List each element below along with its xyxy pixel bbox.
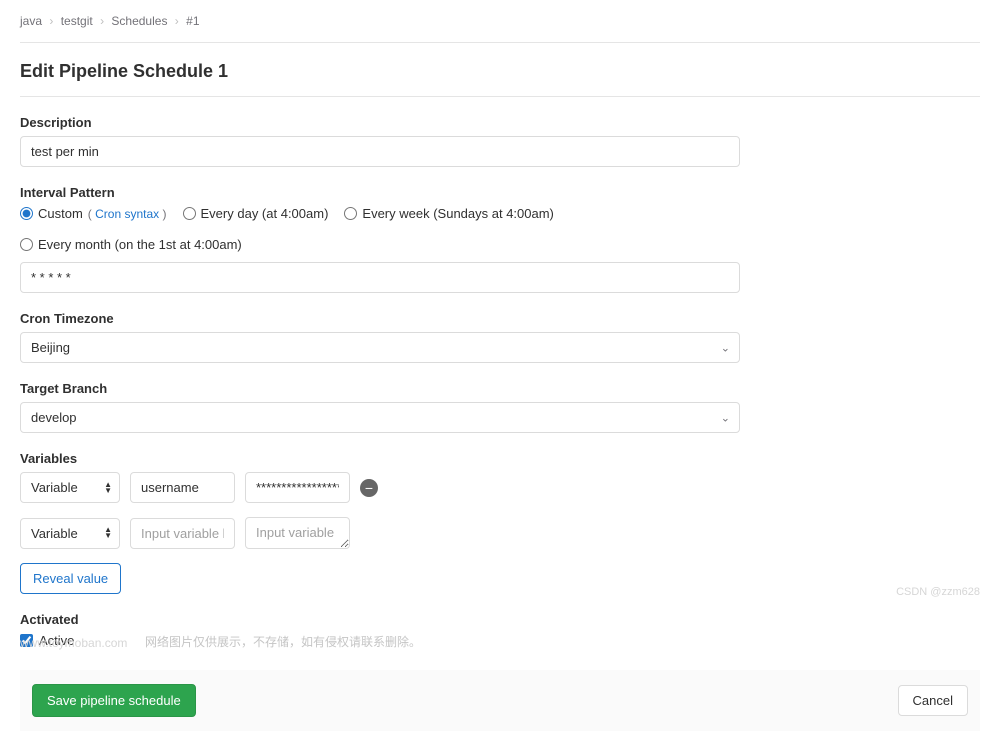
reveal-value-button[interactable]: Reveal value [20, 563, 121, 594]
variable-type-select[interactable]: Variable [20, 518, 120, 549]
description-input[interactable] [20, 136, 740, 167]
branch-label: Target Branch [20, 381, 740, 396]
interval-radio-custom-label: Custom [38, 206, 83, 221]
cron-syntax-link[interactable]: Cron syntax [88, 207, 167, 221]
chevron-right-icon: › [175, 14, 179, 28]
active-checkbox-label: Active [39, 633, 74, 648]
interval-radio-custom[interactable] [20, 207, 33, 220]
cancel-button[interactable]: Cancel [898, 685, 968, 716]
variables-label: Variables [20, 451, 740, 466]
variable-value-input[interactable] [245, 517, 350, 549]
action-bar: Save pipeline schedule Cancel [20, 670, 980, 731]
timezone-select[interactable]: Beijing [20, 332, 740, 363]
interval-label: Interval Pattern [20, 185, 740, 200]
cron-input[interactable] [20, 262, 740, 293]
variable-value-input[interactable] [245, 472, 350, 503]
activated-label: Activated [20, 612, 740, 627]
breadcrumb: java › testgit › Schedules › #1 [20, 0, 980, 42]
variable-row: Variable ▲▼ − [20, 472, 740, 503]
divider [20, 96, 980, 97]
breadcrumb-item[interactable]: java [20, 14, 42, 28]
breadcrumb-item[interactable]: testgit [61, 14, 93, 28]
branch-select[interactable]: develop [20, 402, 740, 433]
variable-key-input[interactable] [130, 518, 235, 549]
divider [20, 42, 980, 43]
save-button[interactable]: Save pipeline schedule [32, 684, 196, 717]
variable-key-input[interactable] [130, 472, 235, 503]
chevron-right-icon: › [100, 14, 104, 28]
variable-type-select[interactable]: Variable [20, 472, 120, 503]
interval-radio-daily-label: Every day (at 4:00am) [201, 206, 329, 221]
interval-radio-weekly[interactable] [344, 207, 357, 220]
timezone-label: Cron Timezone [20, 311, 740, 326]
breadcrumb-item-current[interactable]: #1 [186, 14, 199, 28]
interval-radio-monthly-label: Every month (on the 1st at 4:00am) [38, 237, 242, 252]
chevron-right-icon: › [49, 14, 53, 28]
remove-icon[interactable]: − [360, 479, 378, 497]
breadcrumb-item[interactable]: Schedules [111, 14, 167, 28]
interval-radio-daily[interactable] [183, 207, 196, 220]
description-label: Description [20, 115, 740, 130]
interval-radio-monthly[interactable] [20, 238, 33, 251]
watermark: CSDN @zzm628 [896, 586, 980, 598]
interval-radio-weekly-label: Every week (Sundays at 4:00am) [362, 206, 553, 221]
page-title: Edit Pipeline Schedule 1 [20, 61, 980, 82]
active-checkbox[interactable] [20, 634, 33, 647]
variable-row: Variable ▲▼ [20, 517, 740, 549]
